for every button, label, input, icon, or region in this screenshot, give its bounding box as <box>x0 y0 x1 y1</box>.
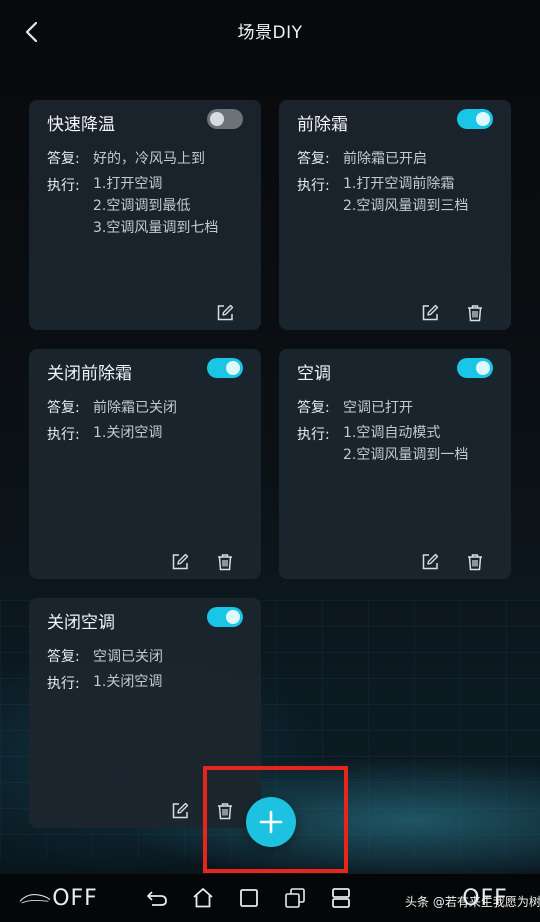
split-screen-button[interactable] <box>324 874 358 922</box>
app-header: 场景DIY <box>0 0 540 60</box>
execute-row: 执行: <box>297 424 343 444</box>
watermark: 头条 @若有来生我愿为树 <box>405 895 540 909</box>
left-off-label: OFF <box>52 885 98 911</box>
reply-row: 答复: 前除霜已关闭 <box>47 397 177 417</box>
reply-text: 空调已关闭 <box>93 649 163 665</box>
reply-label: 答复: <box>297 400 330 416</box>
trash-icon <box>468 554 482 571</box>
windows-icon <box>285 888 305 908</box>
reply-row: 答复: 好的，冷风马上到 <box>47 148 205 168</box>
step-item: 1.空调自动模式 <box>343 425 441 441</box>
highlight-annotation <box>203 766 348 873</box>
step-item: 2.空调风量调到三档 <box>343 198 469 214</box>
reply-text: 前除霜已关闭 <box>93 400 177 416</box>
edit-icon <box>172 553 189 570</box>
execute-steps: 1.关闭空调 <box>93 422 162 444</box>
edit-button[interactable] <box>169 551 191 573</box>
scene-toggle[interactable] <box>457 109 493 129</box>
recents-button[interactable] <box>232 874 266 922</box>
toggle-knob <box>476 361 490 375</box>
execute-steps: 1.空调自动模式 2.空调风量调到一档 <box>343 422 468 466</box>
step-item: 1.打开空调前除霜 <box>343 176 455 192</box>
reply-text: 空调已打开 <box>343 400 413 416</box>
scene-toggle[interactable] <box>207 109 243 129</box>
home-icon <box>193 888 213 908</box>
edit-button[interactable] <box>419 551 441 573</box>
scene-toggle[interactable] <box>457 358 493 378</box>
execute-row: 执行: <box>47 424 93 444</box>
edit-button[interactable] <box>169 800 191 822</box>
step-item: 1.打开空调 <box>93 176 163 192</box>
trash-icon <box>468 305 482 322</box>
scene-card-front-defrost[interactable]: 前除霜 答复: 前除霜已开启 执行: 1.打开空调前除霜 2.空调风量调到三档 <box>279 100 511 330</box>
edit-icon <box>172 802 189 819</box>
reply-row: 答复: 前除霜已开启 <box>297 148 427 168</box>
reply-label: 答复: <box>47 649 80 665</box>
reply-label: 答复: <box>47 151 80 167</box>
execute-row: 执行: <box>47 175 93 195</box>
execute-steps: 1.打开空调前除霜 2.空调风量调到三档 <box>343 173 468 217</box>
edit-icon <box>422 304 439 321</box>
execute-label: 执行: <box>47 427 80 443</box>
toggle-knob <box>226 610 240 624</box>
car-left-off[interactable]: OFF <box>8 874 108 922</box>
reply-text: 好的，冷风马上到 <box>93 151 205 167</box>
home-button[interactable] <box>186 874 220 922</box>
edit-button[interactable] <box>419 302 441 324</box>
delete-button[interactable] <box>464 302 486 324</box>
execute-row: 执行: <box>297 175 343 195</box>
return-icon <box>147 891 167 906</box>
edit-icon <box>422 553 439 570</box>
delete-button[interactable] <box>214 551 236 573</box>
reply-row: 答复: 空调已打开 <box>297 397 413 417</box>
split-window-button[interactable] <box>278 874 312 922</box>
split-screen-icon <box>332 888 350 908</box>
step-item: 1.关闭空调 <box>93 425 163 441</box>
back-nav-button[interactable] <box>140 874 174 922</box>
car-icon <box>19 894 51 904</box>
execute-label: 执行: <box>297 178 330 194</box>
scene-card-defrost-off[interactable]: 关闭前除霜 答复: 前除霜已关闭 执行: 1.关闭空调 <box>29 349 261 579</box>
scene-card-quick-cool[interactable]: 快速降温 答复: 好的，冷风马上到 执行: 1.打开空调 2.空调调到最低 3.… <box>29 100 261 330</box>
scene-toggle[interactable] <box>207 358 243 378</box>
delete-button[interactable] <box>464 551 486 573</box>
step-item: 2.空调调到最低 <box>93 198 191 214</box>
toggle-knob <box>476 112 490 126</box>
scene-card-title: 关闭空调 <box>47 613 115 633</box>
scene-card-air-conditioner[interactable]: 空调 答复: 空调已打开 执行: 1.空调自动模式 2.空调风量调到一档 <box>279 349 511 579</box>
scene-card-title: 前除霜 <box>297 115 348 135</box>
execute-label: 执行: <box>47 676 80 692</box>
square-icon <box>240 889 258 907</box>
step-item: 2.空调风量调到一档 <box>343 447 469 463</box>
toggle-knob <box>210 112 224 126</box>
page-title: 场景DIY <box>237 23 303 43</box>
execute-steps: 1.关闭空调 <box>93 671 162 693</box>
execute-steps: 1.打开空调 2.空调调到最低 3.空调风量调到七档 <box>93 173 218 239</box>
edit-icon <box>217 304 234 321</box>
reply-row: 答复: 空调已关闭 <box>47 646 163 666</box>
reply-text: 前除霜已开启 <box>343 151 427 167</box>
reply-label: 答复: <box>297 151 330 167</box>
step-item: 1.关闭空调 <box>93 674 163 690</box>
edit-button[interactable] <box>214 302 236 324</box>
execute-label: 执行: <box>47 178 80 194</box>
execute-label: 执行: <box>297 427 330 443</box>
trash-icon <box>218 554 232 571</box>
scene-card-title: 快速降温 <box>47 115 115 135</box>
toggle-knob <box>226 361 240 375</box>
execute-row: 执行: <box>47 673 93 693</box>
reply-label: 答复: <box>47 400 80 416</box>
scene-card-title: 关闭前除霜 <box>47 364 132 384</box>
step-item: 3.空调风量调到七档 <box>93 220 219 236</box>
scene-card-title: 空调 <box>297 364 331 384</box>
scene-toggle[interactable] <box>207 607 243 627</box>
